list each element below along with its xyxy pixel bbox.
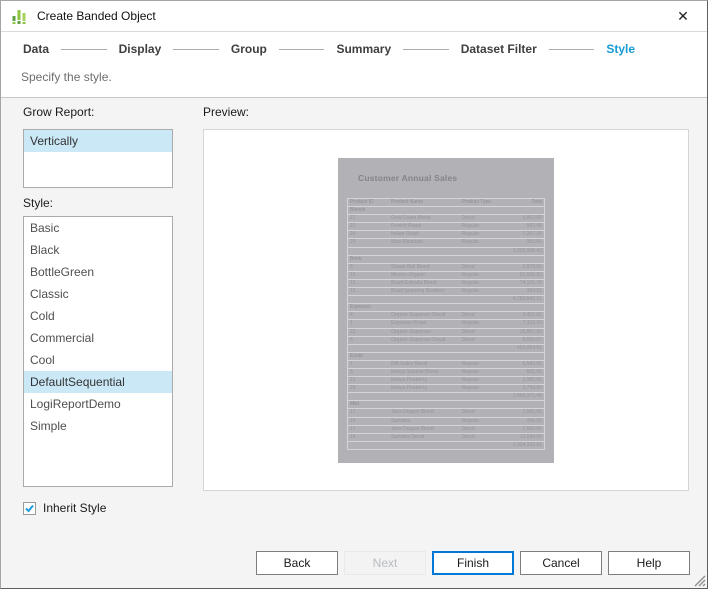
back-button[interactable]: Back bbox=[256, 551, 338, 575]
next-button: Next bbox=[344, 551, 426, 575]
preview-table-row: 1 Espresso Roast Regular 7,110.10 bbox=[348, 320, 544, 329]
style-option-commercial[interactable]: Commercial bbox=[24, 327, 172, 349]
style-option-basic[interactable]: Basic bbox=[24, 217, 172, 239]
close-icon[interactable]: ✕ bbox=[669, 2, 697, 30]
window-title: Create Banded Object bbox=[37, 9, 156, 23]
inherit-style-label: Inherit Style bbox=[43, 501, 107, 515]
preview-label: Preview: bbox=[203, 105, 250, 119]
checkbox-box[interactable] bbox=[23, 501, 36, 515]
help-button[interactable]: Help bbox=[608, 551, 690, 575]
preview-table-row: 450,654.61 bbox=[348, 345, 544, 353]
style-option-bottlegreen[interactable]: BottleGreen bbox=[24, 261, 172, 283]
wizard-header: Data Display Group Summary Dataset Filter Sty… bbox=[1, 32, 707, 98]
app-logo-icon bbox=[12, 10, 26, 24]
step-subtitle: Specify the style. bbox=[21, 70, 112, 84]
preview-table-row: 7 Rift Valley Blend Regular 6,542.05 bbox=[348, 361, 544, 369]
style-option-simple[interactable]: Simple bbox=[24, 415, 172, 437]
preview-table-row: Mild bbox=[348, 401, 544, 410]
wizard-step-style[interactable]: Style bbox=[606, 42, 635, 56]
preview-table-row: 4,789,842.31 bbox=[348, 296, 544, 305]
preview-table-row: 5 Kenya Sunrise Blend Regular 691.60 bbox=[348, 369, 544, 378]
preview-table-row: 13 Brazil Estrada Blend Regular 74,161.70 bbox=[348, 280, 544, 289]
step-connector bbox=[173, 48, 219, 50]
style-list: Basic Black BottleGreen Classic Cold Commerci… bbox=[23, 216, 173, 487]
report-preview-thumbnail: Customer Annual Sales Product ID Product … bbox=[338, 158, 554, 463]
preview-report-title: Customer Annual Sales bbox=[358, 173, 458, 183]
preview-table-row: 21 Gold Coast Blend Decaf 9,852.69 bbox=[348, 215, 544, 224]
grow-report-label: Grow Report: bbox=[23, 105, 95, 119]
preview-table-row: 2,324,339.61 bbox=[348, 442, 544, 450]
inherit-style-checkbox[interactable]: Inherit Style bbox=[23, 501, 106, 515]
preview-table-row: Brew bbox=[348, 256, 544, 264]
preview-table-row: 1,029,908.42 bbox=[348, 248, 544, 256]
style-label: Style: bbox=[23, 196, 54, 210]
wizard-step-dataset-filter[interactable]: Dataset Filter bbox=[461, 42, 537, 56]
grow-report-list: Vertically bbox=[23, 129, 173, 188]
preview-table-row: 29 Kenya Peaberry Regular 2,799.89 bbox=[348, 385, 544, 394]
preview-table-row: 22 Organic Espresso Decaf 16,907.90 bbox=[348, 329, 544, 337]
style-option-cold[interactable]: Cold bbox=[24, 305, 172, 327]
preview-table-row: 23 French Roast Regular 583.96 bbox=[348, 223, 544, 232]
finish-button[interactable]: Finish bbox=[432, 551, 514, 575]
create-banded-object-dialog: Create Banded Object ✕ Data Display Group S… bbox=[0, 0, 708, 589]
wizard-steps: Data Display Group Summary Dataset Filter Sty… bbox=[1, 32, 707, 64]
style-option-defaultsequential[interactable]: DefaultSequential bbox=[24, 371, 172, 393]
step-connector bbox=[61, 48, 107, 50]
step-connector bbox=[548, 48, 595, 50]
preview-panel: Customer Annual Sales Product ID Product … bbox=[203, 129, 689, 491]
grow-report-option-vertically[interactable]: Vertically bbox=[24, 130, 172, 152]
style-option-classic[interactable]: Classic bbox=[24, 283, 172, 305]
preview-table-row: 10 Mexico Organic Regular 21,036.83 bbox=[348, 272, 544, 280]
cancel-button[interactable]: Cancel bbox=[520, 551, 602, 575]
preview-table-row: Exotic bbox=[348, 353, 544, 361]
checkmark-icon bbox=[25, 504, 34, 512]
preview-table-row: 4 Organic Espresso Decaf Decaf 3,452.62 bbox=[348, 312, 544, 321]
wizard-step-data[interactable]: Data bbox=[23, 42, 49, 56]
preview-table-row: 14 Sumatra Decaf Decaf 12,094.04 bbox=[348, 434, 544, 442]
preview-table-row: Product ID Product Name Product Type Total bbox=[348, 199, 544, 208]
preview-table-row: 21 Kenya Peaberry Regular 3,585.95 bbox=[348, 377, 544, 386]
title-bar: Create Banded Object ✕ bbox=[1, 1, 707, 32]
wizard-step-group[interactable]: Group bbox=[231, 42, 267, 56]
wizard-step-summary[interactable]: Summary bbox=[336, 42, 391, 56]
preview-table-row: Espresso bbox=[348, 304, 544, 313]
preview-table-row: 19 Sumatra Regular 266.20 bbox=[348, 418, 544, 426]
preview-table-row: 13 Brazil Ipanema Bourbon Regular 384.61 bbox=[348, 288, 544, 297]
preview-table-row: 6 Organic Espresso Decaf Decaf 8,559.97 bbox=[348, 337, 544, 345]
preview-report-table: Product ID Product Name Product Type Total B… bbox=[347, 198, 545, 450]
preview-table-row: 26 Blue Mountain Regular 355.65 bbox=[348, 239, 544, 248]
wizard-step-display[interactable]: Display bbox=[119, 42, 162, 56]
preview-table-row: 5 Shade Bell Blend Decaf 2,878.09 bbox=[348, 264, 544, 272]
preview-table-row: Blends bbox=[348, 207, 544, 216]
style-option-logireportdemo[interactable]: LogiReportDemo bbox=[24, 393, 172, 415]
step-connector bbox=[403, 48, 449, 50]
preview-table-row: 17 Java Dragon Blend Decaf 7,565.60 bbox=[348, 409, 544, 418]
dialog-buttons: Back Next Finish Cancel Help bbox=[256, 551, 690, 575]
style-option-cool[interactable]: Cool bbox=[24, 349, 172, 371]
preview-table-row: 17 Java Dragon Blend Decaf 7,565.60 bbox=[348, 426, 544, 434]
style-option-black[interactable]: Black bbox=[24, 239, 172, 261]
preview-table-row: 2,856,971.46 bbox=[348, 393, 544, 402]
resize-grip[interactable] bbox=[692, 573, 706, 587]
preview-table-row: 24 Italian Roast Regular 7,267.20 bbox=[348, 231, 544, 240]
step-connector bbox=[278, 48, 325, 50]
